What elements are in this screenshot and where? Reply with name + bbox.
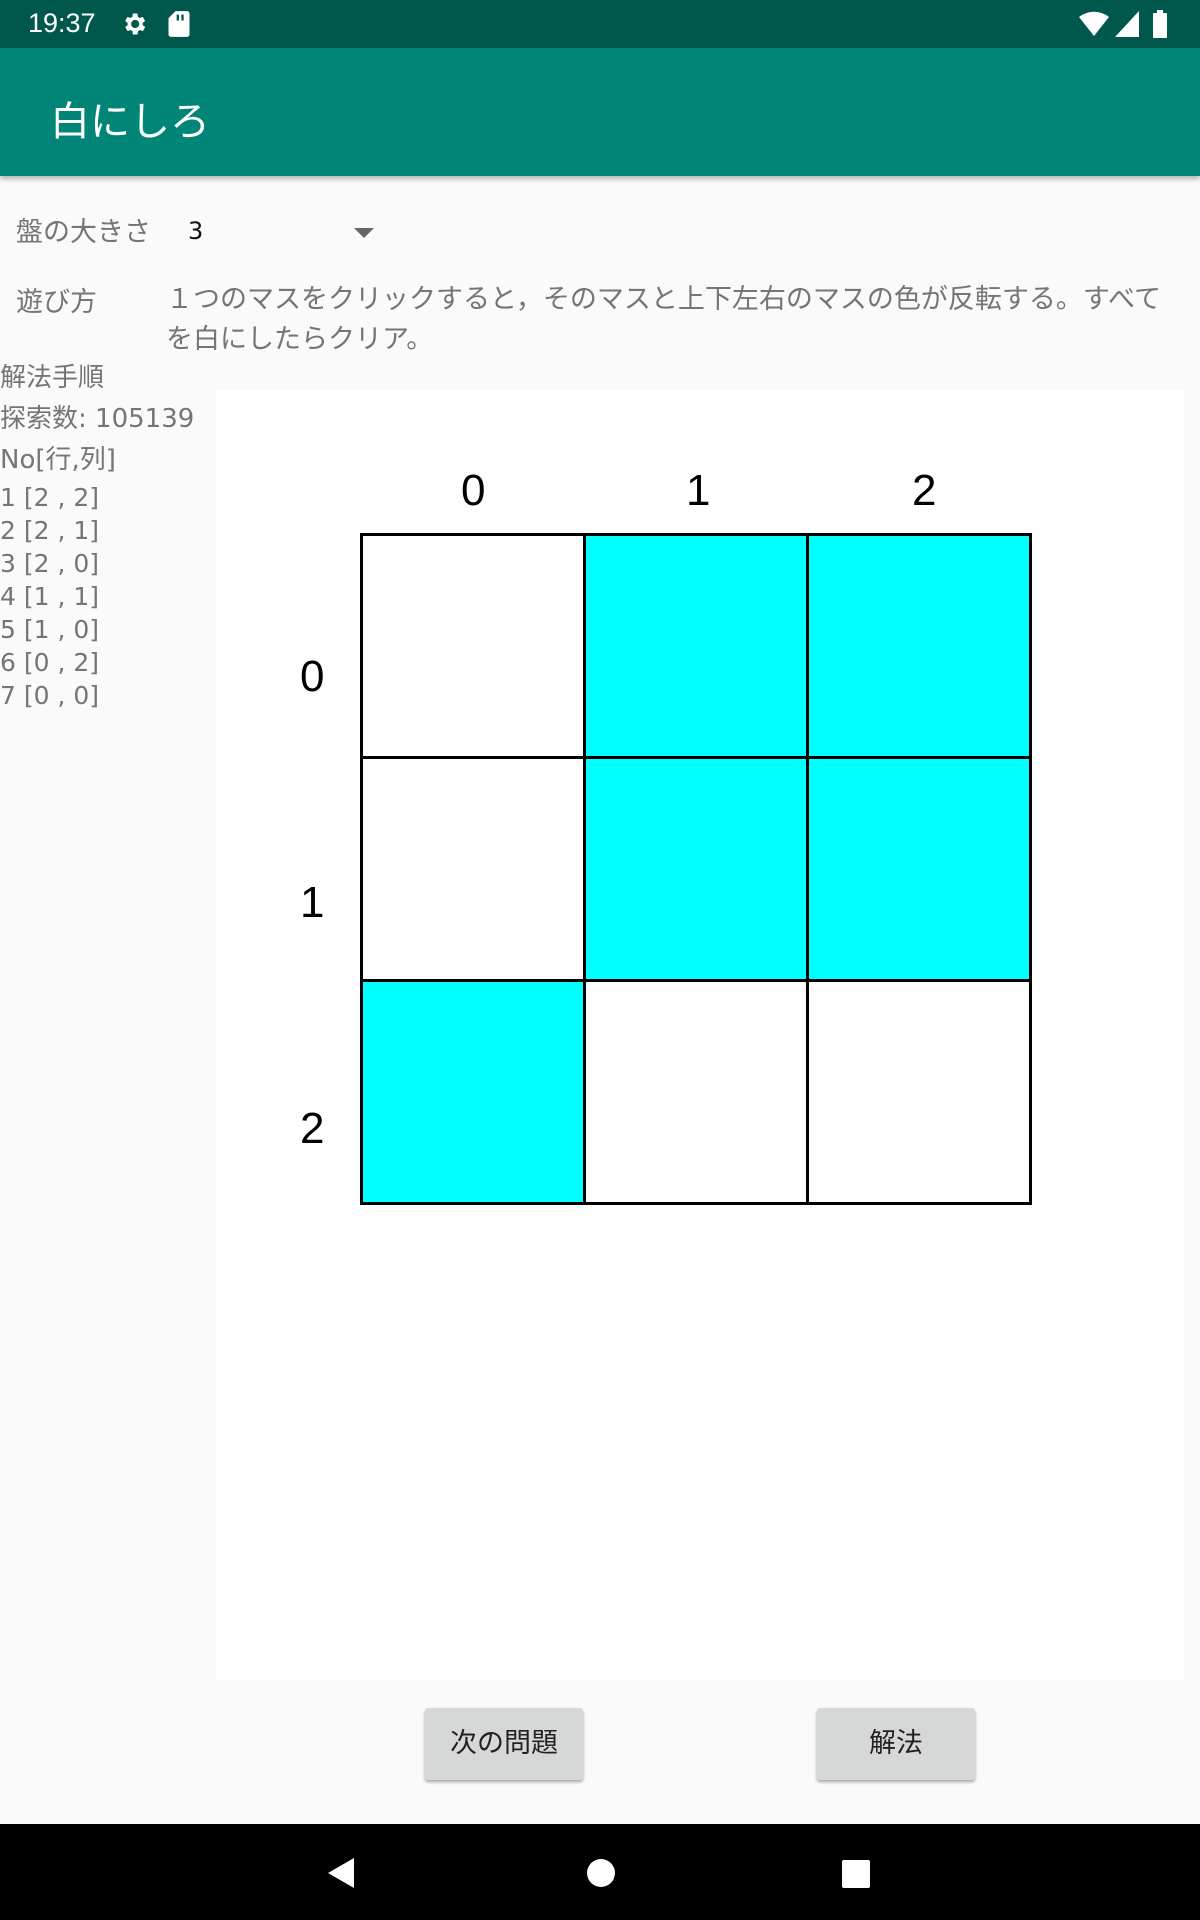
board-cell-2-1[interactable] <box>583 979 809 1205</box>
solution-step: 7 [0 , 0] <box>0 681 100 710</box>
board-cell-1-1[interactable] <box>583 756 809 982</box>
chevron-down-icon <box>354 228 374 238</box>
solution-heading: 解法手順 <box>0 363 105 393</box>
status-time: 19:37 <box>28 8 96 38</box>
row-label: 2 <box>300 1104 325 1153</box>
gear-icon <box>125 13 146 35</box>
solution-panel: 解法手順 探索数: 105139 No[行,列] 1 [2 , 2] 2 [2 … <box>0 358 215 712</box>
board-cell-1-0[interactable] <box>360 756 586 982</box>
row-label: 1 <box>300 878 325 927</box>
app-title: 白にしろ <box>50 99 210 145</box>
column-label: 1 <box>686 466 711 515</box>
board-size-label: 盤の大きさ <box>16 217 151 248</box>
howto-label: 遊び方 <box>16 287 97 318</box>
column-label: 0 <box>461 466 486 515</box>
board-area: 0 1 2 0 1 2 <box>216 390 1184 1680</box>
recents-icon[interactable] <box>842 1860 870 1888</box>
next-problem-button[interactable]: 次の問題 <box>425 1708 583 1780</box>
solution-step: 3 [2 , 0] <box>0 549 100 578</box>
board-cell-0-2[interactable] <box>806 533 1032 759</box>
howto-text: １つのマスをクリックすると，そのマスと上下左右のマスの色が反転する。すべてを白に… <box>166 284 1161 355</box>
solution-column-header: No[行,列] <box>0 445 116 475</box>
app-bar: 白にしろ <box>0 48 1200 176</box>
status-bar: 19:37 <box>0 0 1200 48</box>
board-cell-1-2[interactable] <box>806 756 1032 982</box>
solution-step: 4 [1 , 1] <box>0 582 100 611</box>
cell-signal-icon <box>1115 11 1139 37</box>
solution-step: 2 [2 , 1] <box>0 516 100 545</box>
board-size-value: 3 <box>188 217 204 245</box>
wifi-icon <box>1079 11 1109 37</box>
solution-step: 5 [1 , 0] <box>0 615 100 644</box>
board-cell-0-0[interactable] <box>360 533 586 759</box>
battery-icon <box>1153 10 1167 38</box>
column-label: 2 <box>912 466 937 515</box>
solution-steps: 1 [2 , 2] 2 [2 , 1] 3 [2 , 0] 4 [1 , 1] … <box>0 481 215 712</box>
board-cell-2-0[interactable] <box>360 979 586 1205</box>
solution-step: 6 [0 , 2] <box>0 648 100 677</box>
back-icon[interactable] <box>326 1856 356 1890</box>
nav-bar <box>0 1824 1200 1920</box>
board-size-spinner[interactable]: 3 <box>180 205 380 255</box>
board-cell-2-2[interactable] <box>806 979 1032 1205</box>
solve-button[interactable]: 解法 <box>817 1708 975 1780</box>
board-cell-0-1[interactable] <box>583 533 809 759</box>
row-label: 0 <box>300 652 325 701</box>
solution-step: 1 [2 , 2] <box>0 483 100 512</box>
search-count: 探索数: 105139 <box>0 404 195 434</box>
home-icon[interactable] <box>586 1858 616 1888</box>
sd-card-icon <box>168 11 190 37</box>
